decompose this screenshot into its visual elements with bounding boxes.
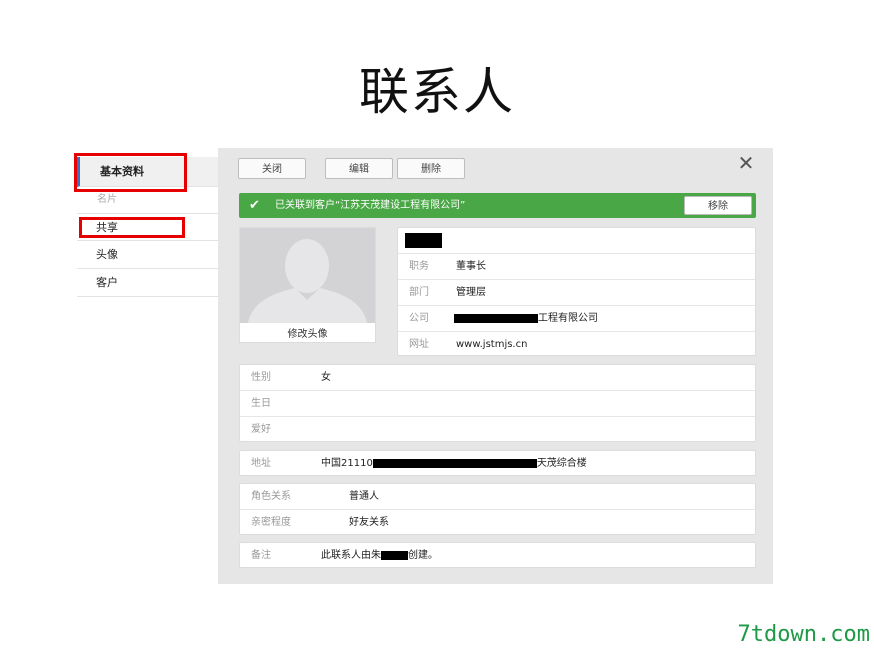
dept-row: 部门 管理层	[398, 280, 755, 306]
website-row: 网址 www.jstmjs.cn	[398, 332, 755, 358]
notice-text: 已关联到客户“江苏天茂建设工程有限公司”	[275, 200, 466, 211]
website-label: 网址	[409, 339, 429, 350]
company-value: 工程有限公司	[454, 306, 598, 332]
intimacy-row: 亲密程度 好友关系	[240, 510, 755, 536]
sidebar: 基本资料 名片 共享 头像 客户	[77, 157, 218, 297]
remark-value: 此联系人由朱 创建。	[321, 543, 438, 569]
remark-prefix: 此联系人由朱	[321, 550, 381, 561]
remark-suffix: 创建。	[408, 550, 438, 561]
close-button[interactable]: 关闭	[238, 158, 306, 179]
sidebar-item-avatar[interactable]: 头像	[77, 241, 218, 269]
redaction-name	[405, 232, 442, 248]
intimacy-value: 好友关系	[349, 517, 389, 528]
address-label: 地址	[251, 458, 271, 469]
birthday-row: 生日	[240, 391, 755, 417]
edit-avatar-link[interactable]: 修改头像	[240, 325, 375, 340]
website-value[interactable]: www.jstmjs.cn	[456, 332, 527, 358]
hobby-label: 爱好	[251, 424, 271, 435]
redaction-company	[454, 313, 538, 323]
slide-title: 联系人	[359, 63, 515, 121]
avatar-placeholder-icon	[240, 228, 375, 323]
role-label: 角色关系	[251, 491, 291, 502]
remark-card: 备注 此联系人由朱 创建。	[239, 542, 756, 568]
address-row: 地址 中国21110 天茂综合楼	[240, 451, 755, 477]
address-suffix: 天茂综合楼	[536, 458, 587, 469]
edit-button[interactable]: 编辑	[325, 158, 393, 179]
gender-label: 性别	[251, 372, 271, 383]
hobby-row: 爱好	[240, 417, 755, 443]
sidebar-item-share[interactable]: 共享	[77, 213, 218, 241]
company-row: 公司 工程有限公司	[398, 306, 755, 332]
delete-button[interactable]: 删除	[397, 158, 465, 179]
dept-label: 部门	[409, 287, 429, 298]
relation-card: 角色关系 普通人 亲密程度 好友关系	[239, 483, 756, 535]
redaction-remark	[381, 550, 408, 560]
sidebar-item-customer[interactable]: 客户	[77, 269, 218, 297]
intimacy-label: 亲密程度	[251, 517, 291, 528]
title-row: 职务 董事长	[398, 254, 755, 280]
address-prefix: 中国21110	[321, 458, 373, 469]
name-row	[398, 228, 755, 254]
remove-button[interactable]: 移除	[684, 196, 752, 215]
role-value: 普通人	[349, 491, 379, 502]
title-label: 职务	[409, 261, 429, 272]
sidebar-item-card[interactable]: 名片	[77, 187, 218, 213]
watermark: 7tdown.com	[737, 622, 870, 647]
avatar[interactable]: 修改头像	[239, 227, 376, 343]
birthday-label: 生日	[251, 398, 271, 409]
check-icon: ✔	[249, 198, 260, 213]
remark-label: 备注	[251, 550, 271, 561]
contact-panel: 关闭 编辑 删除 ✕ ✔ 已关联到客户“江苏天茂建设工程有限公司” 移除 修改头…	[218, 148, 773, 584]
dept-value: 管理层	[456, 287, 486, 298]
gender-row: 性别 女	[240, 365, 755, 391]
gender-value: 女	[321, 372, 331, 383]
profile-card: 职务 董事长 部门 管理层 公司 工程有限公司 网址 www.jstmjs.cn	[397, 227, 756, 356]
redaction-address	[372, 458, 537, 468]
name-value	[405, 228, 442, 254]
address-card: 地址 中国21110 天茂综合楼	[239, 450, 756, 476]
sidebar-item-basic-info[interactable]: 基本资料	[77, 157, 218, 187]
title-value: 董事长	[456, 261, 486, 272]
company-label: 公司	[409, 313, 429, 324]
linked-customer-notice: ✔ 已关联到客户“江苏天茂建设工程有限公司” 移除	[239, 193, 756, 218]
remark-row: 备注 此联系人由朱 创建。	[240, 543, 755, 569]
close-icon[interactable]: ✕	[737, 153, 755, 173]
personal-card: 性别 女 生日 爱好	[239, 364, 756, 442]
company-value-text: 工程有限公司	[538, 313, 598, 324]
address-value: 中国21110 天茂综合楼	[321, 451, 587, 477]
role-row: 角色关系 普通人	[240, 484, 755, 510]
